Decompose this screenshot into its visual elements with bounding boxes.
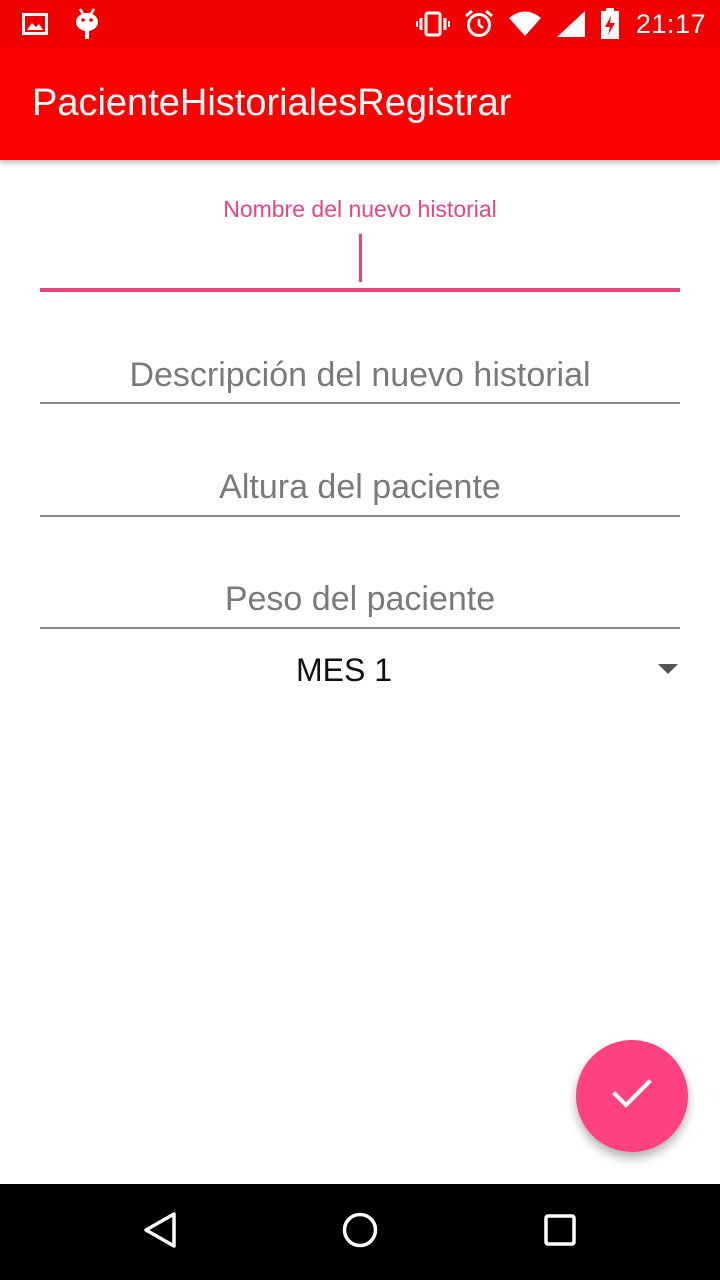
height-field[interactable]	[40, 458, 680, 520]
weight-input[interactable]	[40, 574, 680, 624]
nav-recents-button[interactable]	[536, 1208, 584, 1256]
weight-field-underline	[40, 627, 680, 629]
battery-charging-icon	[600, 8, 620, 40]
name-field[interactable]: Nombre del nuevo historial	[40, 196, 680, 296]
name-field-label: Nombre del nuevo historial	[223, 196, 497, 222]
page-title: PacienteHistorialesRegistrar	[32, 82, 512, 124]
month-spinner-value: MES 1	[295, 652, 393, 688]
wifi-icon	[508, 11, 542, 37]
height-field-underline	[40, 515, 680, 517]
android-debug-icon	[74, 8, 100, 40]
status-notifications	[22, 8, 100, 40]
text-cursor	[359, 234, 362, 282]
nav-back-button[interactable]	[136, 1208, 184, 1256]
nav-home-button[interactable]	[336, 1208, 384, 1256]
vibrate-icon	[415, 10, 450, 38]
height-input[interactable]	[40, 462, 680, 512]
check-icon	[612, 1078, 652, 1114]
name-field-underline	[40, 288, 680, 292]
image-notification-icon	[22, 12, 48, 36]
recents-icon	[540, 1210, 580, 1255]
app-bar: PacienteHistorialesRegistrar	[0, 48, 720, 160]
status-system-icons: 21:17	[415, 6, 706, 42]
save-fab-button[interactable]	[576, 1040, 688, 1152]
description-field[interactable]	[40, 344, 680, 406]
back-icon	[140, 1210, 180, 1255]
navigation-bar	[0, 1184, 720, 1280]
weight-field[interactable]	[40, 570, 680, 632]
description-input[interactable]	[40, 350, 680, 400]
dropdown-arrow-icon	[658, 664, 678, 674]
description-field-underline	[40, 402, 680, 404]
status-time: 21:17	[635, 8, 706, 39]
status-bar: 21:17	[0, 0, 720, 48]
alarm-icon	[464, 9, 494, 39]
app-screen: 21:17 PacienteHistorialesRegistrar Nombr…	[0, 0, 720, 1280]
home-icon	[340, 1210, 380, 1255]
month-spinner[interactable]: MES 1	[40, 644, 680, 700]
signal-icon	[556, 10, 586, 38]
